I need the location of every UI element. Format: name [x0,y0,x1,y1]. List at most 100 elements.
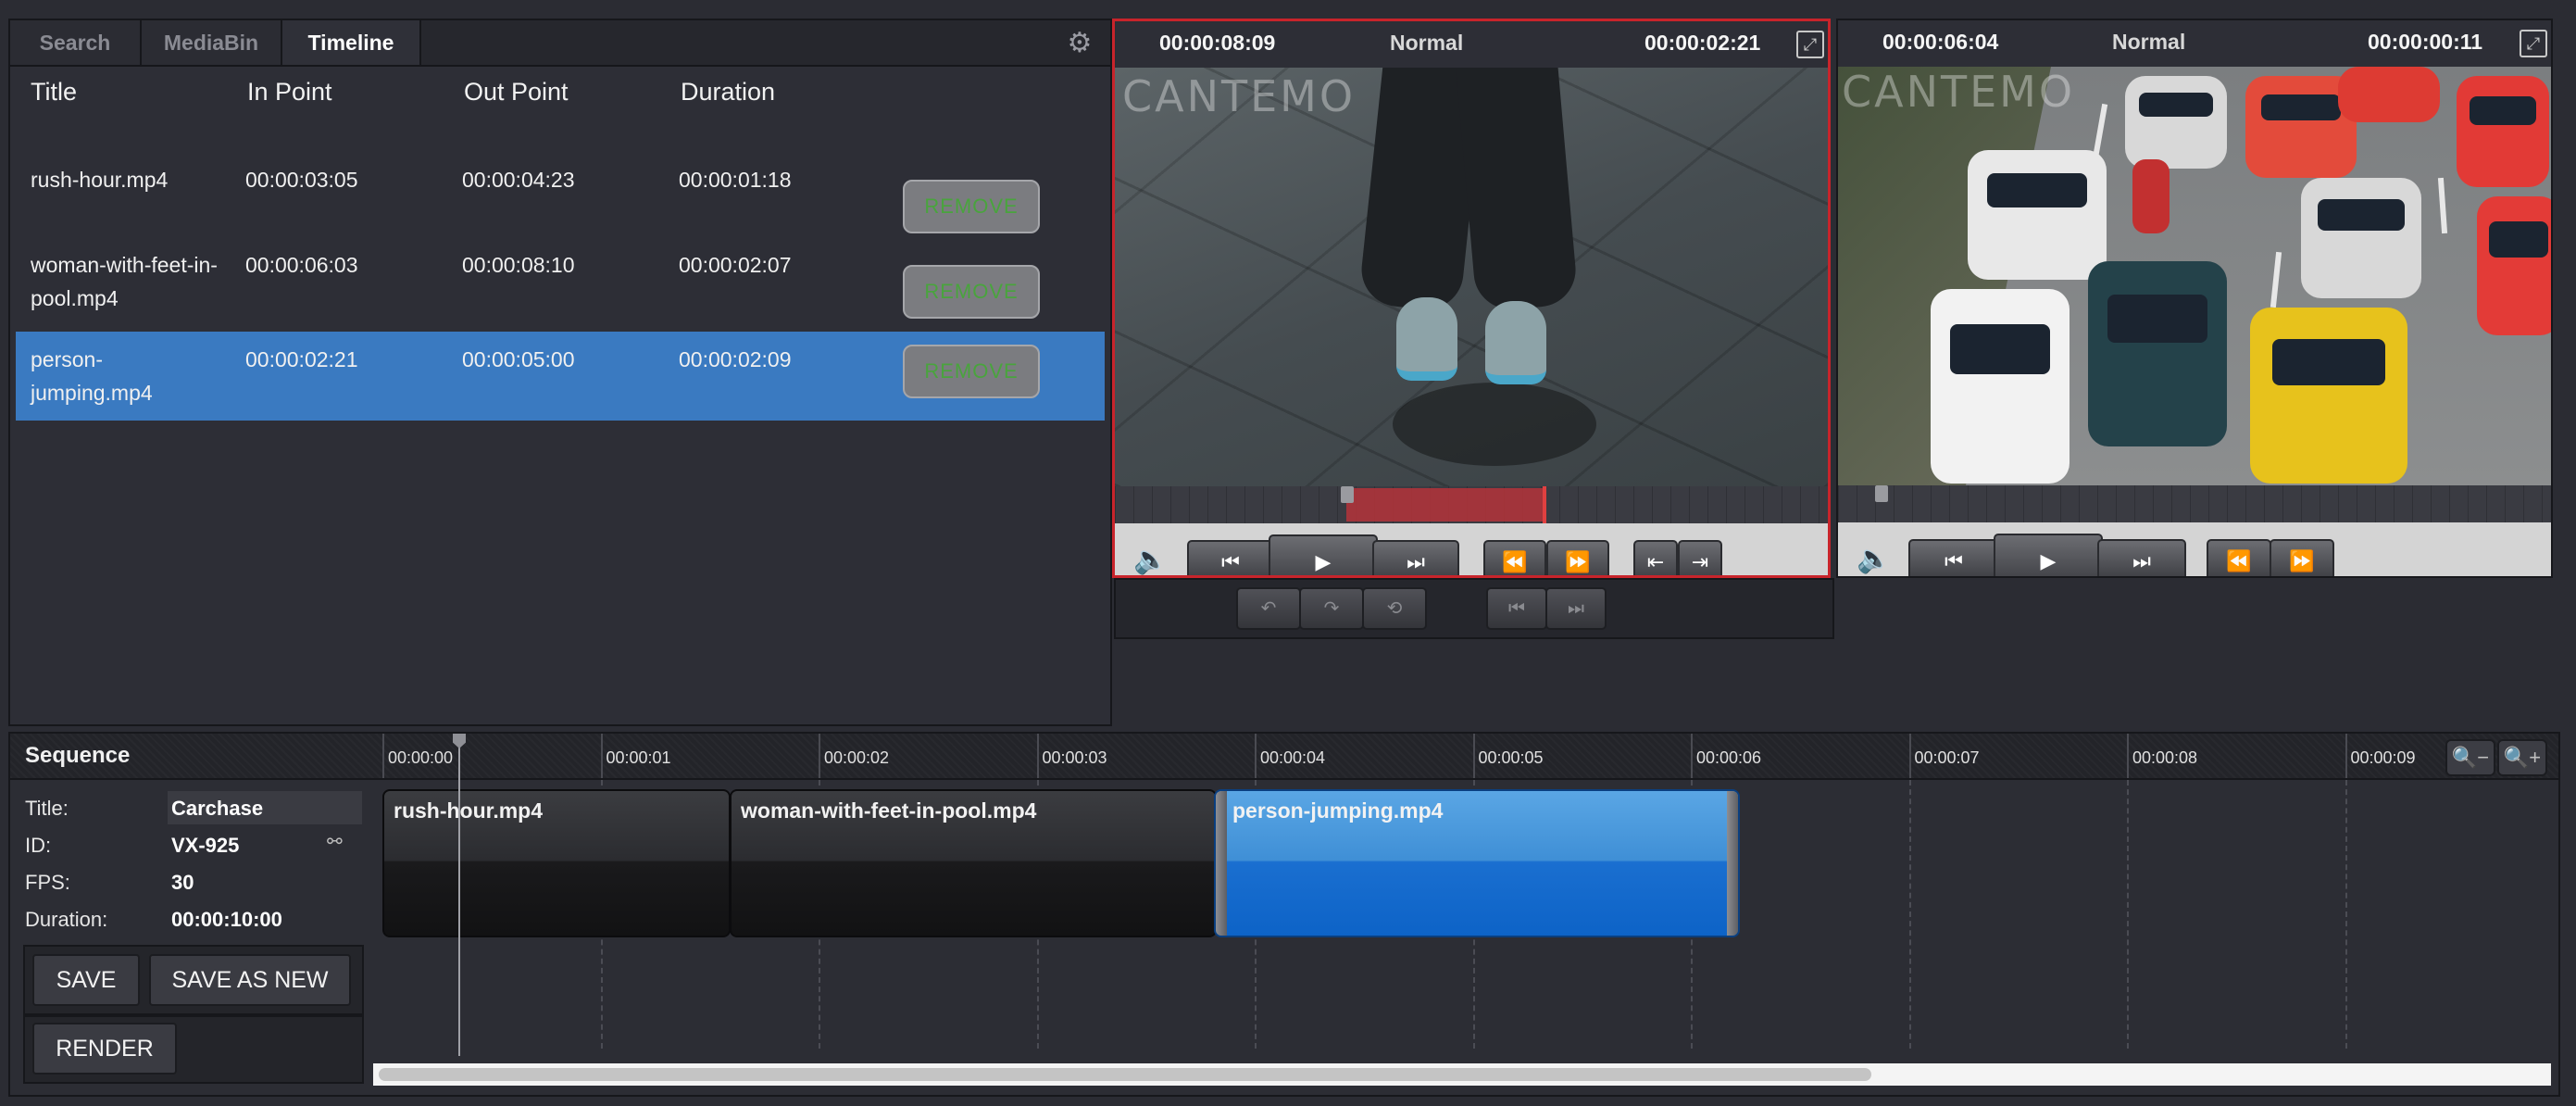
scrub-bar[interactable] [1115,486,1828,523]
video-car [1931,289,2070,484]
edit-toolbar: ↶ ↷ ⟲ ⏮ ⏭ [1114,578,1834,639]
playback-mode[interactable]: Normal [2112,30,2185,55]
play-icon[interactable]: ▶ [1994,534,2103,576]
marked-range [1346,488,1546,522]
go-to-in-icon[interactable]: ⏮ [1486,587,1547,630]
row-duration: 00:00:02:09 [679,347,792,371]
rewind-icon[interactable]: ⏪ [1483,540,1546,575]
title-value[interactable]: Carchase [171,797,263,821]
duration-label: Duration: [25,908,108,931]
zoom-out-icon[interactable]: 🔍− [2445,739,2495,776]
clip-trim-handle-right[interactable] [1727,791,1738,936]
play-icon[interactable]: ▶ [1269,534,1378,575]
fast-forward-icon[interactable]: ⏩ [1546,540,1609,575]
playhead-line[interactable] [458,735,460,1056]
timeline-clip[interactable]: woman-with-feet-in-pool.mp4 [730,789,1217,937]
current-timecode: 00:00:08:09 [1159,31,1276,55]
row-title: person- [31,347,103,371]
loop-icon[interactable]: ⟲ [1362,587,1427,630]
fast-forward-icon[interactable]: ⏩ [2270,539,2334,576]
row-out-point: 00:00:04:23 [462,168,575,192]
ruler-tick [1908,734,1911,778]
volume-icon[interactable]: 🔈 [1133,544,1168,575]
step-forward-icon[interactable]: ⏭ [1372,540,1459,575]
scrub-bar[interactable] [1838,485,2551,522]
redo-icon[interactable]: ↷ [1299,587,1364,630]
undo-icon[interactable]: ↶ [1236,587,1301,630]
table-row[interactable]: woman-with-feet-in- pool.mp4 00:00:06:03… [16,245,1105,333]
clip-label: rush-hour.mp4 [394,798,544,823]
scrollbar-thumb[interactable] [379,1068,1871,1081]
id-value: VX-925 [171,834,240,857]
render-button[interactable]: RENDER [32,1023,177,1075]
mark-in-icon[interactable]: ⇤ [1633,540,1678,575]
duration-timecode: 00:00:00:11 [2368,30,2483,54]
playhead-marker[interactable] [1875,485,1888,502]
video-scooter [2132,159,2170,233]
zoom-in-icon[interactable]: 🔍+ [2497,739,2547,776]
expand-icon[interactable]: ⤢ [1796,31,1824,58]
tab-bar: Search MediaBin Timeline ⚙ [10,20,1110,67]
save-button[interactable]: SAVE [32,954,140,1006]
watermark: CANTEMO [1842,67,2076,117]
go-to-out-icon[interactable]: ⏭ [1545,587,1607,630]
tab-timeline[interactable]: Timeline [282,20,421,65]
save-as-new-button[interactable]: SAVE AS NEW [149,954,351,1006]
source-player: 00:00:08:09 Normal 00:00:02:21 ⤢ CANTEMO… [1112,19,1831,578]
remove-button[interactable]: REMOVE [903,345,1040,398]
video-car [2301,178,2421,298]
gear-icon[interactable]: ⚙ [1066,30,1094,57]
row-in-point: 00:00:02:21 [245,347,358,371]
video-shadow [1393,383,1596,466]
clip-label: person-jumping.mp4 [1232,798,1444,823]
in-marker[interactable] [1341,486,1354,503]
render-button-group: RENDER [23,1015,364,1084]
link-icon[interactable]: ⚯ [327,830,343,853]
column-header-out-point: Out Point [464,78,569,106]
step-back-icon[interactable]: ⏮ [1908,539,1999,576]
save-button-group: SAVE SAVE AS NEW [23,945,364,1015]
row-title-line2: jumping.mp4 [31,381,153,405]
video-shoe [1396,297,1457,381]
timeline-clip-selected[interactable]: person-jumping.mp4 [1214,789,1740,937]
table-row-selected[interactable]: person- jumping.mp4 00:00:02:21 00:00:05… [16,332,1105,421]
column-header-in-point: In Point [247,78,332,106]
tab-search[interactable]: Search [10,20,142,65]
sequence-player: 00:00:06:04 Normal 00:00:00:11 ⤢ CANTEMO… [1836,19,2553,578]
expand-icon[interactable]: ⤢ [2520,30,2547,57]
table-row[interactable]: rush-hour.mp4 00:00:03:05 00:00:04:23 00… [16,159,1105,233]
id-label: ID: [25,834,52,857]
out-marker[interactable] [1543,486,1546,523]
ruler-label: 00:00:05 [1478,748,1544,767]
mark-out-icon[interactable]: ⇥ [1678,540,1722,575]
remove-button[interactable]: REMOVE [903,180,1040,233]
horizontal-scrollbar[interactable] [373,1063,2551,1086]
volume-icon[interactable]: 🔈 [1857,543,1891,575]
ruler-tick [382,734,384,778]
video-car [1968,150,2107,280]
player-controls: 🔈 ⏮ ▶ ⏭ ⏪ ⏩ ⇤ ⇥ [1115,523,1828,575]
fps-label: FPS: [25,871,70,894]
video-frame[interactable]: CANTEMO [1115,68,1828,486]
ruler-label: 00:00:09 [2350,748,2416,767]
timeline-grid-line [2127,780,2129,1049]
row-in-point: 00:00:03:05 [245,168,358,192]
rewind-icon[interactable]: ⏪ [2207,539,2271,576]
remove-button[interactable]: REMOVE [903,265,1040,319]
column-header-duration: Duration [681,78,776,106]
row-out-point: 00:00:08:10 [462,253,575,277]
step-forward-icon[interactable]: ⏭ [2097,539,2186,576]
playback-mode[interactable]: Normal [1390,31,1463,56]
ruler-tick [2345,734,2347,778]
duration-value: 00:00:10:00 [171,908,282,931]
current-timecode: 00:00:06:04 [1882,30,1999,54]
step-back-icon[interactable]: ⏮ [1187,540,1274,575]
timeline-clip[interactable]: rush-hour.mp4 [382,789,731,937]
video-frame[interactable]: CANTEMO [1838,67,2551,485]
video-car [2125,76,2227,169]
row-title: rush-hour.mp4 [31,168,169,192]
timeline-list-panel: Search MediaBin Timeline ⚙ Title In Poin… [8,19,1112,726]
tab-mediabin[interactable]: MediaBin [142,20,282,65]
watermark: CANTEMO [1122,71,1357,121]
clip-trim-handle-left[interactable] [1216,791,1227,936]
